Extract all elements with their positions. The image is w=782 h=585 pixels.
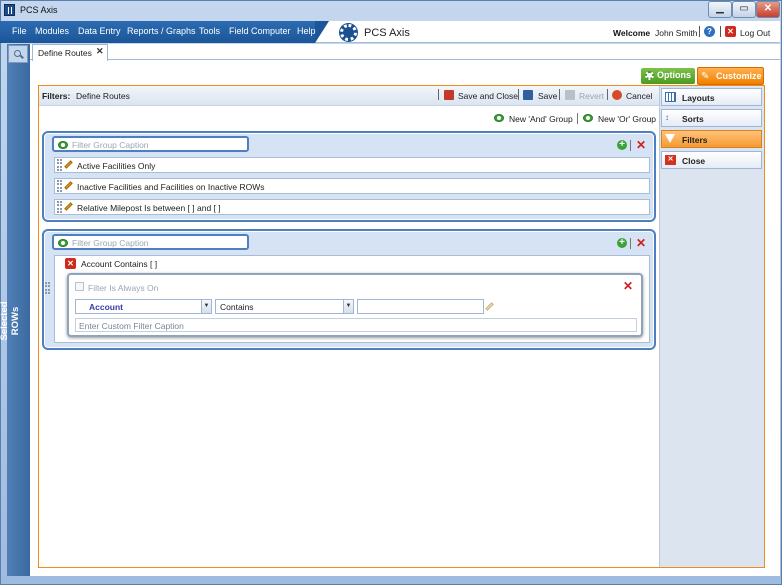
- logout-link[interactable]: Log Out: [740, 28, 770, 38]
- chevron-down-icon[interactable]: ▼: [201, 300, 211, 313]
- title-bar: [0, 0, 780, 20]
- side-item-sorts[interactable]: Sorts: [661, 109, 762, 127]
- layouts-icon: [665, 92, 676, 102]
- filter-row[interactable]: Active Facilities Only: [54, 157, 650, 173]
- field-select[interactable]: Account: [75, 299, 212, 314]
- help-icon[interactable]: ?: [704, 26, 715, 37]
- search-icon[interactable]: [8, 45, 28, 63]
- app-icon: [4, 4, 15, 16]
- group-caption-input[interactable]: Filter Group Caption: [52, 234, 249, 250]
- menu-reports-graphs[interactable]: Reports / Graphs: [127, 26, 196, 36]
- tab-close-icon[interactable]: ✕: [96, 46, 104, 57]
- add-filter-icon[interactable]: +: [617, 238, 627, 248]
- user-name: John Smith: [655, 28, 698, 38]
- filter-row[interactable]: Inactive Facilities and Facilities on In…: [54, 178, 650, 194]
- filter-row[interactable]: Relative Milepost Is between [ ] and [ ]: [54, 199, 650, 215]
- revert-button[interactable]: Revert: [579, 91, 604, 101]
- group-caption-placeholder: Filter Group Caption: [72, 238, 149, 248]
- group-type-icon[interactable]: [58, 239, 68, 247]
- filter-row-label: Relative Milepost Is between [ ] and [ ]: [77, 203, 221, 213]
- revert-icon: [565, 90, 575, 100]
- filters-label: Filters:: [42, 91, 71, 101]
- separator: [630, 238, 631, 249]
- always-on-checkbox[interactable]: [75, 282, 84, 291]
- selected-rows-label[interactable]: Selected ROWs: [0, 286, 21, 356]
- save-icon: [523, 90, 533, 100]
- remove-filter-icon[interactable]: ✕: [65, 258, 76, 269]
- brand-name: PCS Axis: [364, 27, 410, 39]
- close-editor-icon[interactable]: ✕: [623, 280, 633, 292]
- side-item-close[interactable]: Close: [661, 151, 762, 169]
- close-window-button[interactable]: ✕: [756, 1, 780, 18]
- funnel-icon: [665, 134, 675, 143]
- new-or-group-button[interactable]: New 'Or' Group: [598, 114, 656, 124]
- drag-handle-icon[interactable]: [57, 201, 62, 213]
- operator-select-value: Contains: [220, 302, 254, 312]
- welcome-label: Welcome: [613, 28, 651, 38]
- delete-group-icon[interactable]: ✕: [636, 139, 646, 151]
- drag-handle-icon[interactable]: [57, 159, 62, 171]
- chevron-down-icon[interactable]: ▼: [343, 300, 353, 313]
- drag-handle-icon[interactable]: [57, 180, 62, 192]
- menu-separator: [720, 26, 721, 37]
- menu-field-computer[interactable]: Field Computer: [229, 26, 291, 36]
- brand-logo-icon: [340, 24, 357, 41]
- field-select-value: Account: [89, 302, 123, 312]
- delete-group-icon[interactable]: ✕: [636, 237, 646, 249]
- sort-icon: ↕: [665, 113, 669, 122]
- menu-modules[interactable]: Modules: [35, 26, 69, 36]
- menu-data-entry[interactable]: Data Entry: [78, 26, 121, 36]
- minimize-button[interactable]: ▁: [708, 1, 732, 18]
- toolbar-separator: [607, 89, 608, 100]
- window-title: PCS Axis: [20, 5, 58, 15]
- menu-help[interactable]: Help: [297, 26, 316, 36]
- tab-label: Define Routes: [38, 48, 92, 58]
- separator: [577, 113, 578, 124]
- filter-row-label: Active Facilities Only: [77, 161, 156, 171]
- save-button[interactable]: Save: [538, 91, 557, 101]
- logout-icon[interactable]: ✕: [725, 26, 736, 37]
- and-group-icon: [494, 114, 504, 122]
- gear-icon: [645, 71, 654, 80]
- menu-tools[interactable]: Tools: [199, 26, 220, 36]
- maximize-button[interactable]: ▭: [732, 1, 756, 18]
- separator: [630, 140, 631, 151]
- tab-strip: [30, 44, 780, 60]
- side-item-layouts[interactable]: Layouts: [661, 88, 762, 106]
- group-caption-input[interactable]: Filter Group Caption: [52, 136, 249, 152]
- cancel-button[interactable]: Cancel: [626, 91, 652, 101]
- menu-file[interactable]: File: [12, 26, 27, 36]
- custom-caption-input[interactable]: Enter Custom Filter Caption: [75, 318, 637, 332]
- new-and-group-button[interactable]: New 'And' Group: [509, 114, 573, 124]
- save-and-close-button[interactable]: Save and Close: [458, 91, 518, 101]
- filter-value-input[interactable]: [357, 299, 484, 314]
- cancel-icon: [612, 90, 622, 100]
- side-item-filters[interactable]: Filters: [661, 130, 762, 148]
- filter-row-label: Inactive Facilities and Facilities on In…: [77, 182, 265, 192]
- save-close-icon: [444, 90, 454, 100]
- filter-row-label: Account Contains [ ]: [81, 259, 158, 269]
- toolbar-separator: [438, 89, 439, 100]
- filter-name: Define Routes: [76, 91, 130, 101]
- group-caption-placeholder: Filter Group Caption: [72, 140, 149, 150]
- toolbar-separator: [559, 89, 560, 100]
- close-icon: ✕: [665, 155, 676, 165]
- operator-select[interactable]: Contains: [215, 299, 354, 314]
- or-group-icon: [583, 114, 593, 122]
- toolbar-separator: [518, 89, 519, 100]
- group-type-icon[interactable]: [58, 141, 68, 149]
- menu-separator: [699, 26, 700, 37]
- drag-handle-icon[interactable]: [45, 282, 50, 294]
- add-filter-icon[interactable]: +: [617, 140, 627, 150]
- always-on-label: Filter Is Always On: [88, 283, 159, 293]
- wrench-icon: ✎: [701, 71, 710, 82]
